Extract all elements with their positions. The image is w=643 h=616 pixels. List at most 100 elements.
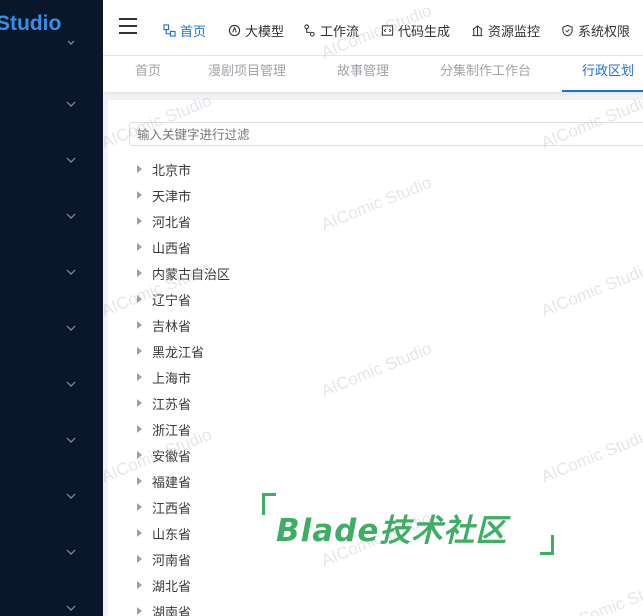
chevron-down-icon: [66, 437, 76, 443]
tab-episode-workbench[interactable]: 分集制作工作台: [440, 56, 531, 92]
menu-toggle-icon[interactable]: [119, 18, 137, 34]
sidebar-item[interactable]: [0, 412, 103, 468]
sidebar-item[interactable]: [0, 468, 103, 524]
nav-workflow[interactable]: 工作流: [303, 20, 359, 40]
sidebar-item[interactable]: [0, 244, 103, 300]
tree-node-label: 河北省: [152, 215, 192, 231]
sidebar-item[interactable]: [0, 300, 103, 356]
chevron-down-icon: [66, 605, 76, 611]
tabs-bar: 首页 漫剧项目管理 故事管理 分集制作工作台 行政区划: [103, 56, 643, 92]
tree-node[interactable]: 湖北省: [137, 575, 191, 595]
code-icon: [381, 24, 394, 36]
tree-node[interactable]: 北京市: [137, 159, 191, 179]
tree-node-label: 北京市: [152, 163, 192, 179]
caret-right-icon[interactable]: [137, 373, 142, 381]
nav-workflow-label: 工作流: [320, 24, 360, 40]
workflow-icon: [304, 23, 315, 37]
caret-right-icon[interactable]: [137, 295, 142, 303]
caret-right-icon[interactable]: [137, 321, 142, 329]
sidebar-item[interactable]: [0, 132, 103, 188]
tree-node[interactable]: 吉林省: [137, 315, 191, 335]
tree-node-label: 江苏省: [152, 397, 192, 413]
sidebar-item[interactable]: [0, 188, 103, 244]
tree-node-label: 辽宁省: [152, 293, 192, 309]
nav-code-label: 代码生成: [398, 24, 451, 40]
tab-story-management[interactable]: 故事管理: [337, 56, 389, 92]
nav-code[interactable]: 代码生成: [381, 20, 450, 40]
nav-model-label: 大模型: [245, 24, 285, 40]
nav-model[interactable]: 大模型: [228, 20, 284, 40]
tree-node[interactable]: 江西省: [137, 497, 191, 517]
tree-node[interactable]: 浙江省: [137, 419, 191, 439]
chevron-down-icon: [66, 381, 76, 387]
nav-home-label: 首页: [180, 24, 207, 40]
nav-permissions[interactable]: 系统权限: [561, 20, 630, 40]
tree-node[interactable]: 山西省: [137, 237, 191, 257]
nav-monitor[interactable]: 资源监控: [471, 20, 540, 40]
sidebar-item[interactable]: [0, 76, 103, 132]
tree-node[interactable]: 江苏省: [137, 393, 191, 413]
caret-right-icon[interactable]: [137, 555, 142, 563]
sidebar-item[interactable]: [0, 524, 103, 580]
caret-right-icon[interactable]: [137, 503, 142, 511]
top-header: 首页 大模型 工作流 代码生成 资源监控 系统权限: [103, 0, 643, 56]
tree-node[interactable]: 上海市: [137, 367, 191, 387]
tree-node-label: 安徽省: [152, 449, 192, 465]
nav-home[interactable]: 首页: [163, 20, 206, 40]
tree-node[interactable]: 安徽省: [137, 445, 191, 465]
caret-right-icon[interactable]: [137, 217, 142, 225]
chevron-down-icon: [66, 269, 76, 275]
caret-right-icon[interactable]: [137, 347, 142, 355]
caret-right-icon[interactable]: [137, 477, 142, 485]
tab-home[interactable]: 首页: [135, 56, 161, 92]
tree-node-label: 江西省: [152, 501, 192, 517]
tab-project-management[interactable]: 漫剧项目管理: [208, 56, 286, 92]
app-logo: Studio: [0, 12, 62, 35]
tree-node-label: 湖北省: [152, 579, 192, 595]
sidebar: Studio: [0, 0, 103, 616]
sidebar-item[interactable]: [0, 580, 103, 616]
caret-right-icon[interactable]: [137, 529, 142, 537]
caret-right-icon[interactable]: [137, 191, 142, 199]
caret-right-icon[interactable]: [137, 425, 142, 433]
chevron-down-icon: [66, 325, 76, 331]
chevron-down-icon: [66, 213, 76, 219]
sidebar-item[interactable]: [0, 356, 103, 412]
caret-right-icon[interactable]: [137, 607, 142, 615]
caret-right-icon[interactable]: [137, 243, 142, 251]
caret-right-icon[interactable]: [137, 165, 142, 173]
caret-right-icon[interactable]: [137, 581, 142, 589]
tree-node[interactable]: 天津市: [137, 185, 191, 205]
home-icon: [163, 23, 176, 37]
nav-permissions-label: 系统权限: [578, 24, 631, 40]
tree-node[interactable]: 河南省: [137, 549, 191, 569]
tree-node[interactable]: 山东省: [137, 523, 191, 543]
monitor-icon: [472, 24, 483, 36]
chevron-down-icon: [66, 101, 76, 107]
chevron-down-icon: [67, 40, 75, 45]
tree-node-label: 浙江省: [152, 423, 192, 439]
tree-node-label: 福建省: [152, 475, 192, 491]
tree-node[interactable]: 辽宁省: [137, 289, 191, 309]
tree-node[interactable]: 内蒙古自治区: [137, 263, 230, 283]
shield-icon: [562, 24, 573, 36]
tree-node-label: 天津市: [152, 189, 192, 205]
tree-node-label: 山西省: [152, 241, 192, 257]
blade-community-badge: Blade技术社区: [276, 513, 508, 549]
badge-bracket-right: [540, 535, 554, 555]
tree-node-label: 上海市: [152, 371, 192, 387]
caret-right-icon[interactable]: [137, 399, 142, 407]
model-icon: [228, 24, 241, 36]
chevron-down-icon: [66, 157, 76, 163]
badge-bracket-left: [262, 493, 276, 515]
tree-node-label: 山东省: [152, 527, 192, 543]
tree-node[interactable]: 湖南省: [137, 601, 191, 616]
tree-node[interactable]: 福建省: [137, 471, 191, 491]
tree-node-label: 黑龙江省: [152, 345, 205, 361]
filter-input[interactable]: [129, 122, 643, 146]
tab-administrative-division[interactable]: 行政区划: [562, 56, 643, 92]
caret-right-icon[interactable]: [137, 269, 142, 277]
caret-right-icon[interactable]: [137, 451, 142, 459]
tree-node[interactable]: 黑龙江省: [137, 341, 204, 361]
tree-node[interactable]: 河北省: [137, 211, 191, 231]
